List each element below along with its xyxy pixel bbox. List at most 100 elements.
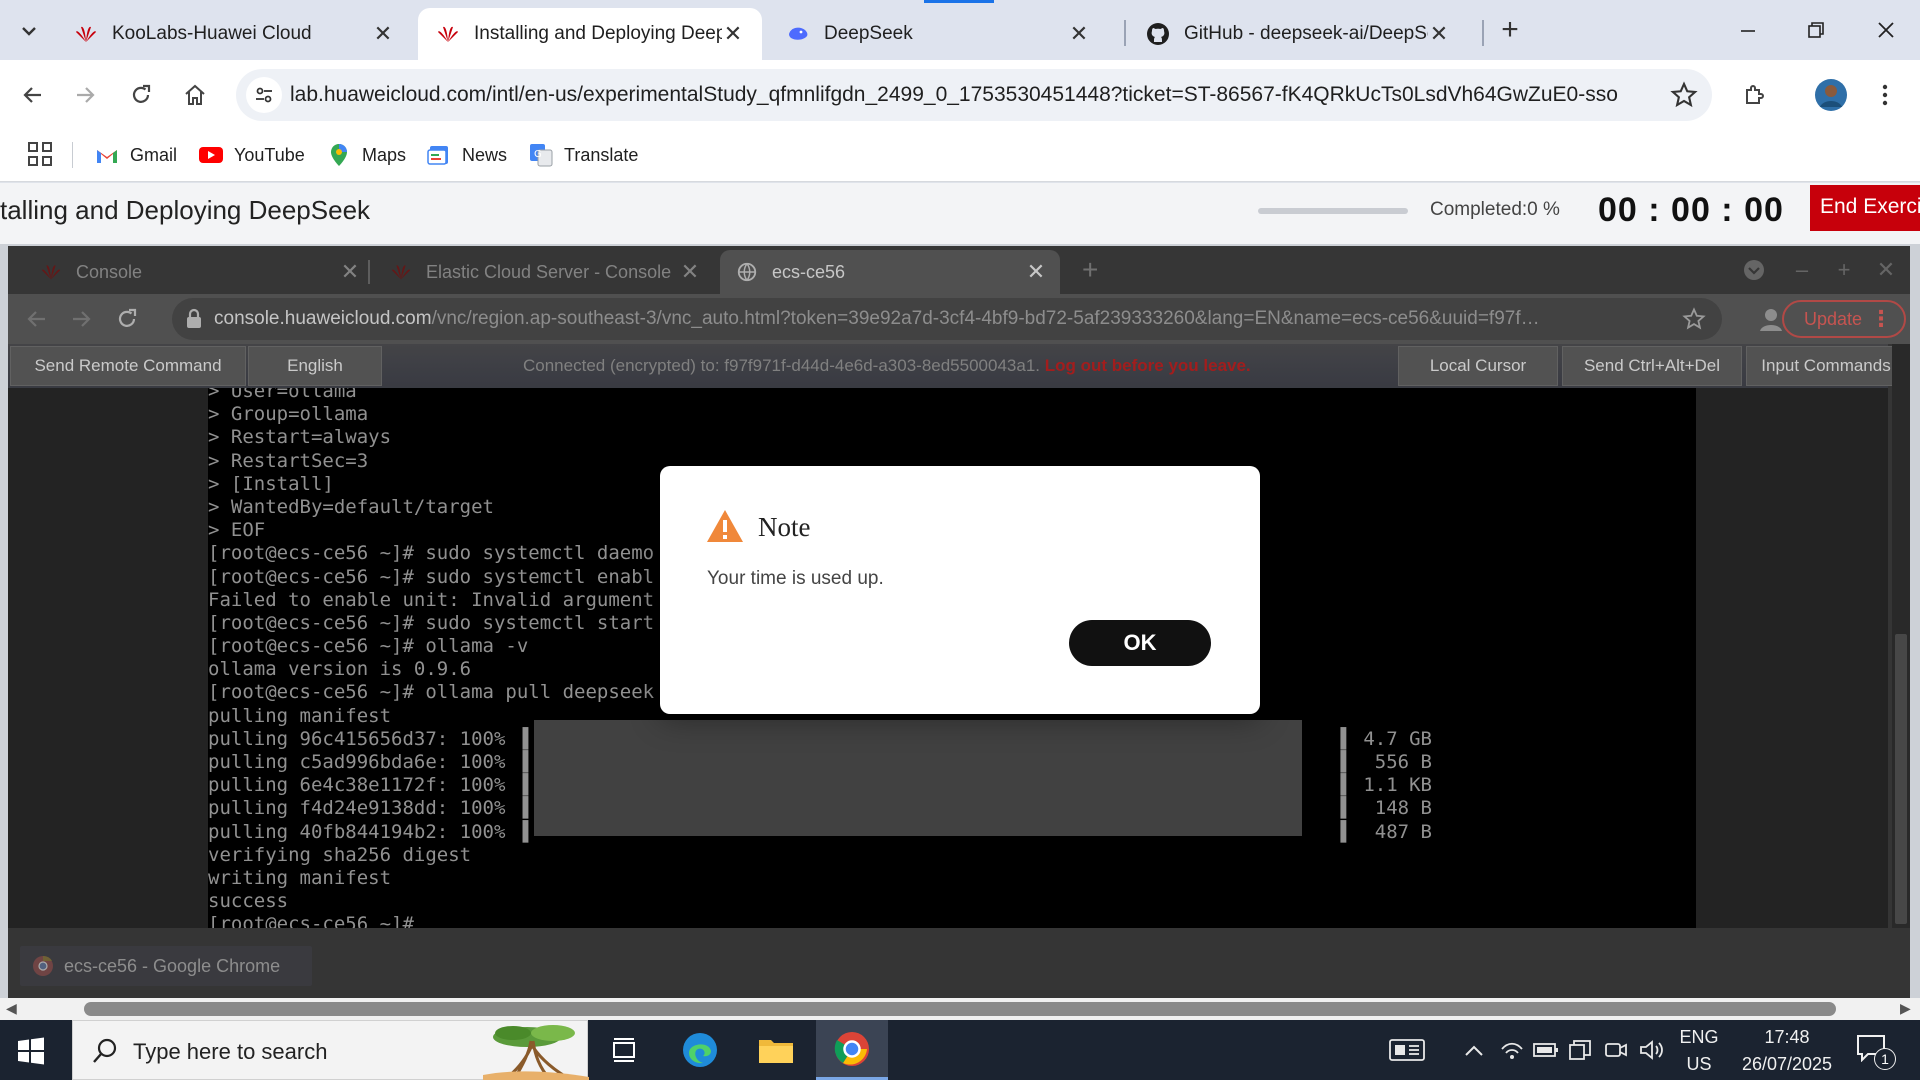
news-icon bbox=[426, 142, 452, 168]
address-bar[interactable]: lab.huaweicloud.com/intl/en-us/experimen… bbox=[236, 69, 1712, 121]
tab-title: GitHub - deepseek-ai/DeepSeek bbox=[1184, 23, 1428, 44]
close-icon bbox=[1878, 22, 1894, 38]
bookmark-label: News bbox=[462, 144, 508, 165]
reload-icon bbox=[132, 84, 151, 103]
maps-pin-icon bbox=[326, 142, 352, 168]
extensions-button[interactable] bbox=[1736, 76, 1774, 114]
language-region: US bbox=[1686, 1054, 1712, 1074]
minimize-icon bbox=[1741, 30, 1755, 32]
scroll-left-icon[interactable]: ◀ bbox=[6, 1000, 17, 1017]
bookmarks-bar: Gmail YouTube Maps News G Translate bbox=[0, 130, 1920, 182]
bookmark-gmail[interactable]: Gmail bbox=[94, 138, 177, 172]
folder-icon bbox=[759, 1040, 793, 1063]
bookmark-translate[interactable]: G Translate bbox=[528, 138, 638, 172]
bookmark-label: Maps bbox=[362, 144, 407, 165]
bookmark-label: Gmail bbox=[130, 144, 178, 165]
profile-avatar[interactable] bbox=[1812, 76, 1850, 114]
url-text: lab.huaweicloud.com/intl/en-us/experimen… bbox=[290, 83, 1618, 106]
taskbar-edge[interactable] bbox=[664, 1020, 736, 1080]
back-button[interactable] bbox=[14, 76, 52, 114]
minimize-button[interactable] bbox=[1718, 8, 1778, 52]
chevron-down-icon bbox=[22, 27, 36, 36]
bookmarks-divider bbox=[72, 142, 73, 168]
puzzle-icon bbox=[1746, 85, 1764, 104]
battery-icon[interactable] bbox=[1532, 1036, 1560, 1064]
home-icon bbox=[185, 84, 205, 105]
windows-taskbar: Type here to search ENG US 17:48 26/07/2… bbox=[0, 1020, 1920, 1080]
forward-button[interactable] bbox=[66, 76, 104, 114]
clock-date: 26/07/2025 bbox=[1741, 1054, 1833, 1074]
github-logo-icon bbox=[1147, 23, 1169, 45]
task-view-button[interactable] bbox=[588, 1020, 660, 1080]
search-icon bbox=[93, 1038, 117, 1063]
reload-button[interactable] bbox=[122, 76, 160, 114]
tab-github[interactable]: GitHub - deepseek-ai/DeepSeek ✕ bbox=[1128, 8, 1468, 60]
close-tab-icon[interactable]: ✕ bbox=[1068, 21, 1090, 46]
tab-separator bbox=[1482, 20, 1484, 46]
gmail-icon bbox=[94, 142, 120, 168]
meet-now-icon[interactable] bbox=[1602, 1036, 1630, 1064]
translate-icon: G bbox=[528, 142, 554, 168]
close-tab-icon[interactable]: ✕ bbox=[722, 21, 744, 46]
horizontal-scrollbar[interactable]: ◀ ▶ bbox=[0, 998, 1920, 1020]
tab-search-button[interactable] bbox=[10, 12, 48, 50]
tab-installing-deepseek[interactable]: Installing and Deploying DeepS ✕ bbox=[418, 8, 762, 60]
wifi-icon[interactable] bbox=[1498, 1036, 1526, 1064]
input-language[interactable]: ENG US bbox=[1674, 1027, 1724, 1075]
ok-button[interactable]: OK bbox=[1069, 620, 1211, 666]
close-window-button[interactable] bbox=[1856, 8, 1916, 52]
dialog-message: Your time is used up. bbox=[707, 568, 884, 589]
news-widget-icon[interactable] bbox=[1388, 1036, 1426, 1064]
chrome-icon bbox=[834, 1031, 869, 1066]
edge-icon bbox=[683, 1033, 717, 1067]
lab-header: talling and Deploying DeepSeek Completed… bbox=[0, 183, 1920, 244]
svg-text:G: G bbox=[534, 149, 542, 160]
restore-button[interactable] bbox=[1786, 8, 1846, 52]
bookmark-youtube[interactable]: YouTube bbox=[198, 138, 305, 172]
close-tab-icon[interactable]: ✕ bbox=[372, 21, 394, 46]
notification-count: 1 bbox=[1874, 1048, 1896, 1070]
browser-menu-button[interactable] bbox=[1866, 76, 1904, 114]
tab-title: Installing and Deploying DeepS bbox=[474, 23, 722, 44]
tab-title: DeepSeek bbox=[824, 23, 913, 44]
arrow-left-icon bbox=[23, 87, 41, 103]
huawei-logo-icon bbox=[76, 26, 96, 42]
windows-start-icon[interactable] bbox=[16, 1036, 46, 1066]
scrollbar-thumb[interactable] bbox=[84, 1002, 1836, 1016]
youtube-icon bbox=[198, 142, 224, 168]
end-exercise-button[interactable]: End Exerci bbox=[1810, 185, 1920, 231]
new-tab-button[interactable]: + bbox=[1492, 12, 1528, 48]
taskbar-chrome[interactable] bbox=[816, 1020, 888, 1080]
site-info-button[interactable] bbox=[246, 77, 282, 113]
volume-icon[interactable] bbox=[1638, 1036, 1666, 1064]
display-icon[interactable] bbox=[1566, 1036, 1594, 1064]
browser-toolbar: lab.huaweicloud.com/intl/en-us/experimen… bbox=[0, 60, 1920, 130]
clock[interactable]: 17:48 26/07/2025 bbox=[1732, 1027, 1842, 1075]
warning-icon bbox=[707, 510, 743, 542]
bookmark-star-icon[interactable] bbox=[1670, 81, 1698, 109]
apps-grid-icon[interactable] bbox=[26, 140, 54, 168]
tab-deepseek[interactable]: DeepSeek ✕ bbox=[768, 8, 1108, 60]
tab-koolabs[interactable]: KooLabs-Huawei Cloud ✕ bbox=[56, 8, 412, 60]
clock-time: 17:48 bbox=[1764, 1027, 1810, 1047]
taskbar-file-explorer[interactable] bbox=[740, 1020, 812, 1080]
progress-bar bbox=[1258, 208, 1408, 214]
scroll-right-icon[interactable]: ▶ bbox=[1900, 1000, 1911, 1017]
taskbar-search[interactable]: Type here to search bbox=[72, 1020, 589, 1080]
dialog-title: Note bbox=[758, 512, 811, 542]
notification-center-button[interactable]: 1 bbox=[1856, 1034, 1896, 1070]
bookmark-news[interactable]: News bbox=[426, 138, 507, 172]
home-button[interactable] bbox=[176, 76, 214, 114]
show-hidden-icons-chevron-up-icon[interactable] bbox=[1460, 1036, 1488, 1064]
avatar-icon bbox=[1815, 79, 1847, 111]
bookmark-maps[interactable]: Maps bbox=[326, 138, 406, 172]
task-view-icon bbox=[613, 1038, 635, 1062]
search-highlight-tree-icon bbox=[483, 1025, 589, 1080]
time-up-dialog: Note Your time is used up. OK bbox=[660, 466, 1260, 714]
completion-status: Completed:0 % bbox=[1430, 199, 1560, 220]
deepseek-whale-icon bbox=[789, 27, 808, 40]
search-placeholder: Type here to search bbox=[133, 1039, 328, 1064]
close-tab-icon[interactable]: ✕ bbox=[1428, 21, 1450, 46]
kebab-menu-icon bbox=[1882, 84, 1888, 106]
countdown-timer: 00 : 00 : 00 bbox=[1598, 191, 1784, 229]
